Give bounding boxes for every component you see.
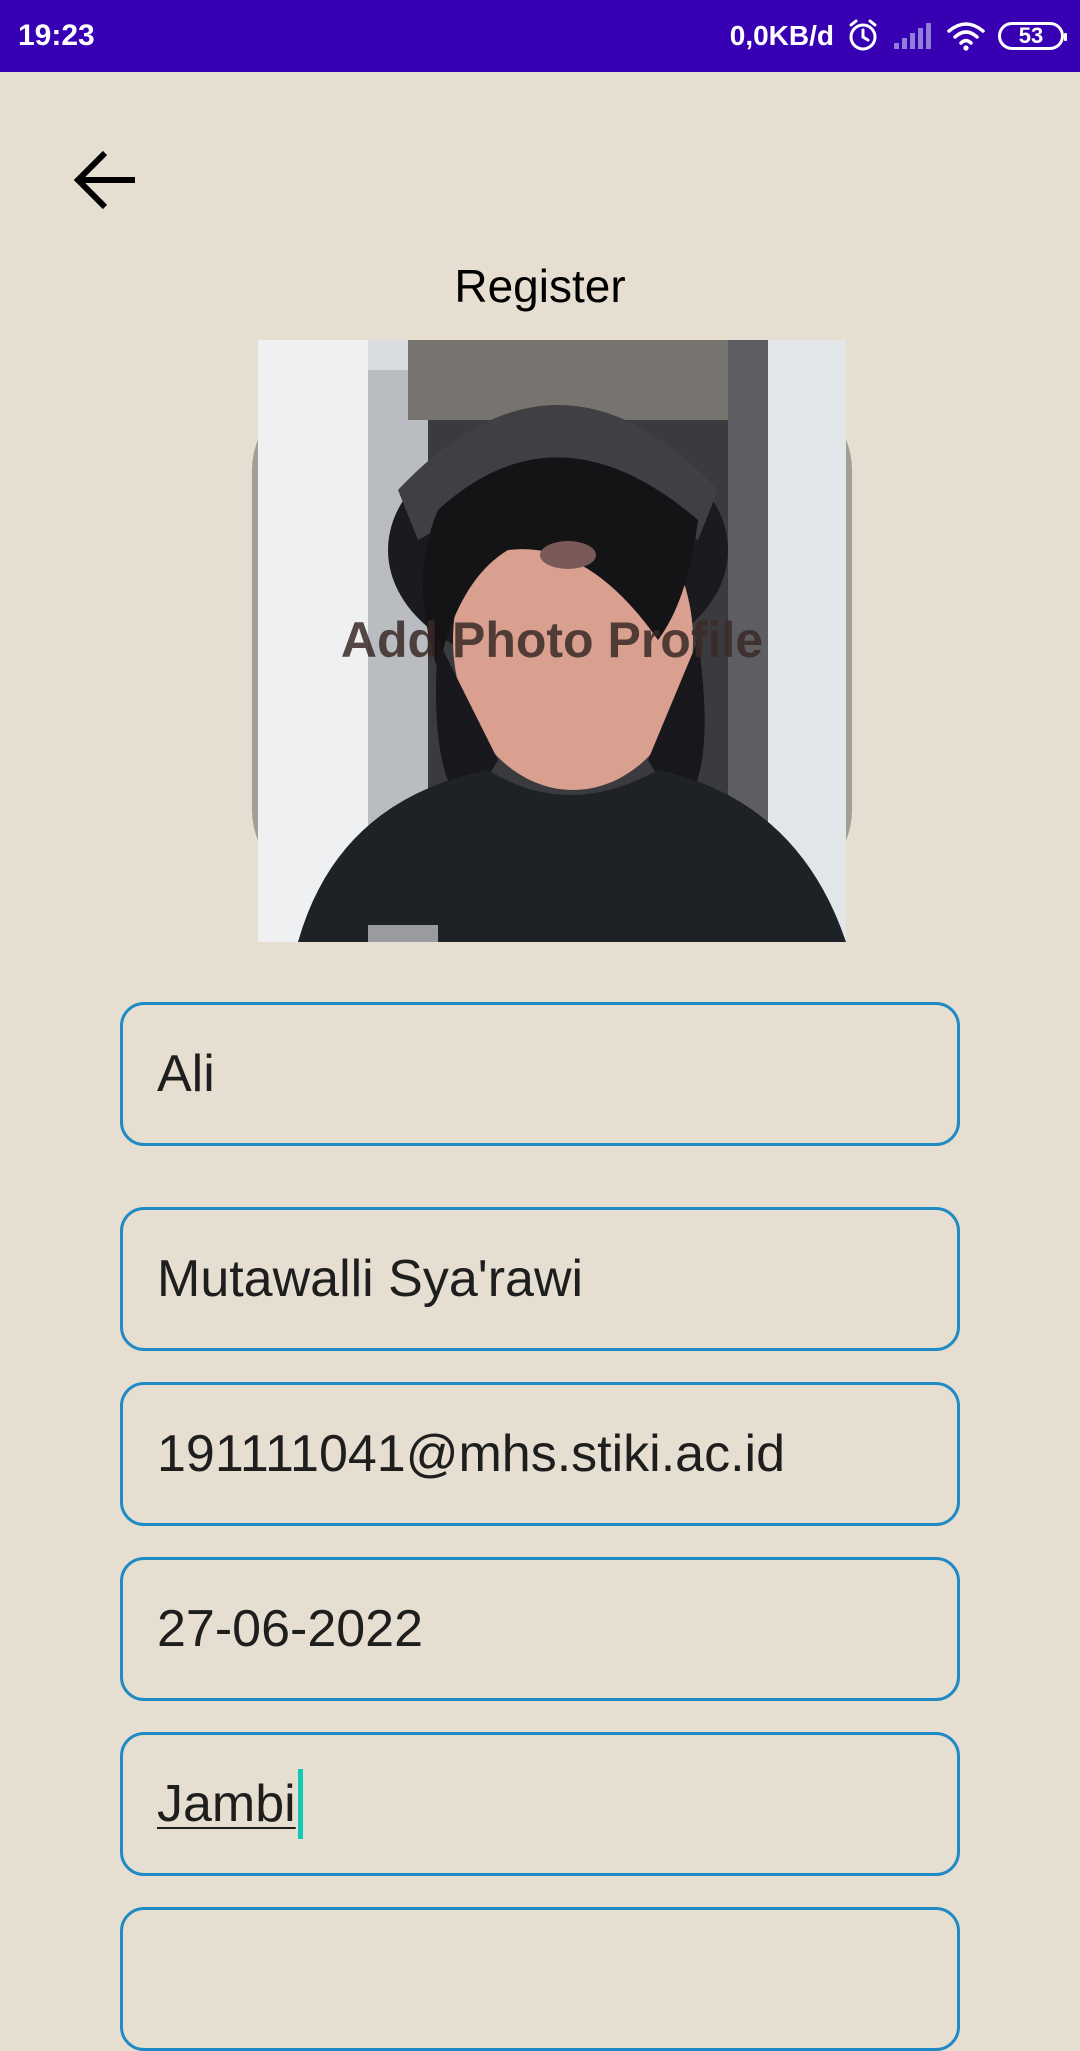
first-name-value: Ali [157,1045,215,1103]
city-value: Jambi [157,1775,296,1833]
first-name-field[interactable]: Ali [120,1002,960,1146]
add-photo-button[interactable]: Add Photo Profile [252,340,852,942]
battery-icon: 53 [998,22,1067,50]
date-field[interactable]: 27-06-2022 [120,1557,960,1701]
status-icons: 0,0KB/d 53 [729,14,1067,58]
text-cursor [297,1769,303,1839]
signal-icon [892,21,934,51]
last-name-field[interactable]: Mutawalli Sya'rawi [120,1207,960,1351]
add-photo-label: Add Photo Profile [340,612,764,668]
status-time: 19:23 [18,19,95,52]
date-value: 27-06-2022 [157,1600,423,1658]
back-button[interactable] [64,140,148,224]
next-field[interactable] [120,1907,960,2051]
arrow-left-icon [71,145,141,220]
status-bar: 19:23 0,0KB/d 53 [0,0,1080,72]
last-name-value: Mutawalli Sya'rawi [157,1250,584,1308]
city-field[interactable]: Jambi [120,1732,960,1876]
email-value: 191111041@mhs.stiki.ac.id [157,1425,786,1483]
wifi-icon [946,21,986,51]
network-speed: 0,0KB/d [729,20,834,51]
page-title: Register [454,260,626,312]
email-field[interactable]: 191111041@mhs.stiki.ac.id [120,1382,960,1526]
alarm-icon [846,19,880,53]
